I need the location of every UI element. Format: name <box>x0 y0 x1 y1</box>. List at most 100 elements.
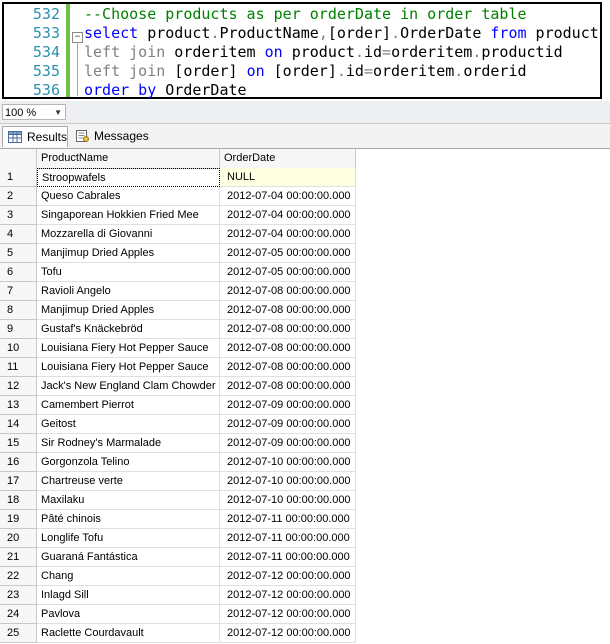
row-number-cell[interactable]: 20 <box>0 529 37 548</box>
table-row[interactable]: 11 Louisiana Fiery Hot Pepper Sauce 2012-0… <box>0 358 356 377</box>
orderdate-cell[interactable]: 2012-07-08 00:00:00.000 <box>220 301 356 320</box>
productname-cell[interactable]: Louisiana Fiery Hot Pepper Sauce <box>37 358 220 377</box>
table-row[interactable]: 25 Raclette Courdavault 2012-07-12 00:00:0… <box>0 624 356 643</box>
row-number-cell[interactable]: 22 <box>0 567 37 586</box>
row-number-cell[interactable]: 18 <box>0 491 37 510</box>
code-line[interactable]: order by OrderDate <box>84 80 247 100</box>
orderdate-cell[interactable]: 2012-07-09 00:00:00.000 <box>220 415 356 434</box>
productname-cell[interactable]: Gustaf's Knäckebröd <box>37 320 220 339</box>
productname-cell[interactable]: Gorgonzola Telino <box>37 453 220 472</box>
orderdate-cell[interactable]: 2012-07-12 00:00:00.000 <box>220 605 356 624</box>
table-row[interactable]: 23 Inlagd Sill 2012-07-12 00:00:00.000 <box>0 586 356 605</box>
row-number-cell[interactable]: 3 <box>0 206 37 225</box>
table-row[interactable]: 24 Pavlova 2012-07-12 00:00:00.000 <box>0 605 356 624</box>
row-number-cell[interactable]: 1 <box>0 168 37 187</box>
productname-cell[interactable]: Ravioli Angelo <box>37 282 220 301</box>
orderdate-cell[interactable]: NULL <box>220 168 356 187</box>
zoom-dropdown[interactable]: 100 % ▼ <box>2 104 66 120</box>
code-line[interactable]: left join orderitem on product.id=orderi… <box>84 42 563 62</box>
row-number-cell[interactable]: 10 <box>0 339 37 358</box>
orderdate-cell[interactable]: 2012-07-04 00:00:00.000 <box>220 187 356 206</box>
productname-cell[interactable]: Maxilaku <box>37 491 220 510</box>
orderdate-cell[interactable]: 2012-07-04 00:00:00.000 <box>220 225 356 244</box>
productname-cell[interactable]: Queso Cabrales <box>37 187 220 206</box>
orderdate-cell[interactable]: 2012-07-10 00:00:00.000 <box>220 472 356 491</box>
orderdate-cell[interactable]: 2012-07-12 00:00:00.000 <box>220 586 356 605</box>
table-row[interactable]: 20 Longlife Tofu 2012-07-11 00:00:00.000 <box>0 529 356 548</box>
table-row[interactable]: 1 Stroopwafels NULL <box>0 168 356 187</box>
orderdate-cell[interactable]: 2012-07-08 00:00:00.000 <box>220 377 356 396</box>
table-row[interactable]: 3 Singaporean Hokkien Fried Mee 2012-07-04… <box>0 206 356 225</box>
code-line[interactable]: select product.ProductName,[order].Order… <box>84 23 599 43</box>
table-row[interactable]: 4 Mozzarella di Giovanni 2012-07-04 00:00:… <box>0 225 356 244</box>
orderdate-cell[interactable]: 2012-07-12 00:00:00.000 <box>220 624 356 643</box>
table-row[interactable]: 17 Chartreuse verte 2012-07-10 00:00:00.00… <box>0 472 356 491</box>
row-number-cell[interactable]: 13 <box>0 396 37 415</box>
row-number-cell[interactable]: 15 <box>0 434 37 453</box>
orderdate-cell[interactable]: 2012-07-05 00:00:00.000 <box>220 263 356 282</box>
row-number-cell[interactable]: 24 <box>0 605 37 624</box>
row-number-cell[interactable]: 9 <box>0 320 37 339</box>
column-header-orderdate[interactable]: OrderDate <box>220 149 356 168</box>
row-number-cell[interactable]: 14 <box>0 415 37 434</box>
row-number-cell[interactable]: 17 <box>0 472 37 491</box>
orderdate-cell[interactable]: 2012-07-05 00:00:00.000 <box>220 244 356 263</box>
orderdate-cell[interactable]: 2012-07-10 00:00:00.000 <box>220 491 356 510</box>
table-row[interactable]: 9 Gustaf's Knäckebröd 2012-07-08 00:00:00.… <box>0 320 356 339</box>
code-line[interactable]: left join [order] on [order].id=orderite… <box>84 61 527 81</box>
row-number-cell[interactable]: 6 <box>0 263 37 282</box>
orderdate-cell[interactable]: 2012-07-04 00:00:00.000 <box>220 206 356 225</box>
table-row[interactable]: 19 Pâté chinois 2012-07-11 00:00:00.000 <box>0 510 356 529</box>
productname-cell[interactable]: Longlife Tofu <box>37 529 220 548</box>
orderdate-cell[interactable]: 2012-07-12 00:00:00.000 <box>220 567 356 586</box>
table-row[interactable]: 18 Maxilaku 2012-07-10 00:00:00.000 <box>0 491 356 510</box>
row-number-cell[interactable]: 11 <box>0 358 37 377</box>
orderdate-cell[interactable]: 2012-07-08 00:00:00.000 <box>220 320 356 339</box>
table-row[interactable]: 15 Sir Rodney's Marmalade 2012-07-09 00:00… <box>0 434 356 453</box>
orderdate-cell[interactable]: 2012-07-09 00:00:00.000 <box>220 396 356 415</box>
table-row[interactable]: 6 Tofu 2012-07-05 00:00:00.000 <box>0 263 356 282</box>
code-line[interactable]: --Choose products as per orderDate in or… <box>84 4 527 24</box>
table-row[interactable]: 10 Louisiana Fiery Hot Pepper Sauce 2012-0… <box>0 339 356 358</box>
row-number-cell[interactable]: 21 <box>0 548 37 567</box>
orderdate-cell[interactable]: 2012-07-11 00:00:00.000 <box>220 529 356 548</box>
row-number-cell[interactable]: 4 <box>0 225 37 244</box>
row-number-cell[interactable]: 2 <box>0 187 37 206</box>
orderdate-cell[interactable]: 2012-07-11 00:00:00.000 <box>220 510 356 529</box>
productname-cell[interactable]: Mozzarella di Giovanni <box>37 225 220 244</box>
productname-cell[interactable]: Geitost <box>37 415 220 434</box>
row-number-cell[interactable]: 7 <box>0 282 37 301</box>
table-row[interactable]: 5 Manjimup Dried Apples 2012-07-05 00:00:0… <box>0 244 356 263</box>
row-number-cell[interactable]: 16 <box>0 453 37 472</box>
table-row[interactable]: 8 Manjimup Dried Apples 2012-07-08 00:00:0… <box>0 301 356 320</box>
productname-cell[interactable]: Chartreuse verte <box>37 472 220 491</box>
productname-cell[interactable]: Singaporean Hokkien Fried Mee <box>37 206 220 225</box>
orderdate-cell[interactable]: 2012-07-11 00:00:00.000 <box>220 548 356 567</box>
table-row[interactable]: 16 Gorgonzola Telino 2012-07-10 00:00:00.0… <box>0 453 356 472</box>
table-row[interactable]: 13 Camembert Pierrot 2012-07-09 00:00:00.0… <box>0 396 356 415</box>
productname-cell[interactable]: Manjimup Dried Apples <box>37 244 220 263</box>
tab-results[interactable]: Results <box>2 126 68 147</box>
productname-cell[interactable]: Sir Rodney's Marmalade <box>37 434 220 453</box>
productname-cell[interactable]: Chang <box>37 567 220 586</box>
orderdate-cell[interactable]: 2012-07-10 00:00:00.000 <box>220 453 356 472</box>
table-row[interactable]: 21 Guaraná Fantástica 2012-07-11 00:00:00.… <box>0 548 356 567</box>
productname-cell[interactable]: Inlagd Sill <box>37 586 220 605</box>
row-number-cell[interactable]: 23 <box>0 586 37 605</box>
row-number-header[interactable] <box>0 149 37 168</box>
productname-cell[interactable]: Tofu <box>37 263 220 282</box>
productname-cell[interactable]: Camembert Pierrot <box>37 396 220 415</box>
productname-cell[interactable]: Raclette Courdavault <box>37 624 220 643</box>
row-number-cell[interactable]: 8 <box>0 301 37 320</box>
table-row[interactable]: 2 Queso Cabrales 2012-07-04 00:00:00.000 <box>0 187 356 206</box>
orderdate-cell[interactable]: 2012-07-09 00:00:00.000 <box>220 434 356 453</box>
table-row[interactable]: 14 Geitost 2012-07-09 00:00:00.000 <box>0 415 356 434</box>
row-number-cell[interactable]: 25 <box>0 624 37 643</box>
orderdate-cell[interactable]: 2012-07-08 00:00:00.000 <box>220 339 356 358</box>
orderdate-cell[interactable]: 2012-07-08 00:00:00.000 <box>220 358 356 377</box>
productname-cell[interactable]: Pâté chinois <box>37 510 220 529</box>
column-header-productname[interactable]: ProductName <box>37 149 220 168</box>
row-number-cell[interactable]: 12 <box>0 377 37 396</box>
results-grid[interactable]: ProductName OrderDate 1 Stroopwafels NULL 2… <box>0 148 610 644</box>
productname-cell[interactable]: Pavlova <box>37 605 220 624</box>
